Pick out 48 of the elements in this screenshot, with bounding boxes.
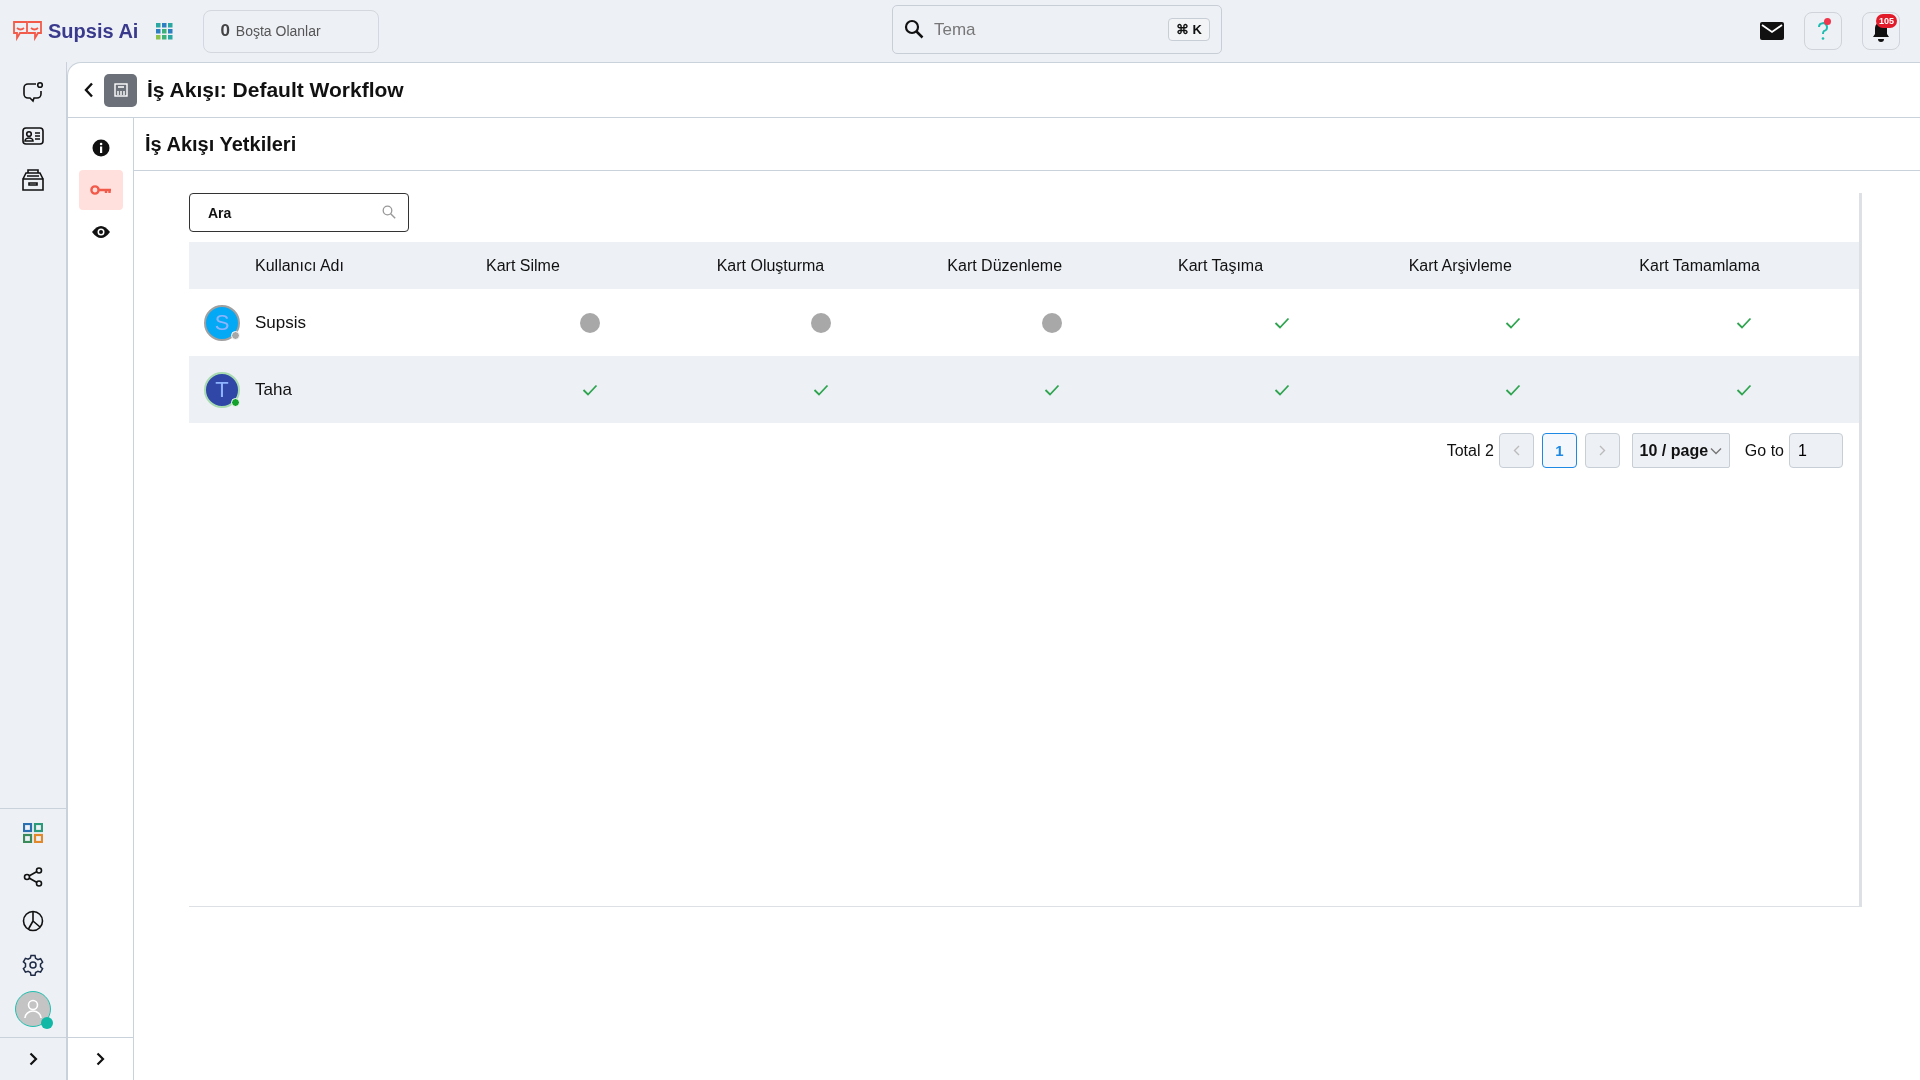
person-silhouette-icon xyxy=(24,999,42,1019)
user-avatar: T xyxy=(204,371,240,408)
info-icon xyxy=(91,139,110,157)
user-name: Supsis xyxy=(255,312,307,333)
shortcut-hint: ⌘ K xyxy=(1168,18,1210,41)
idle-agents-counter[interactable]: 0 Boşta Olanlar xyxy=(203,9,380,53)
caret-icon xyxy=(1710,446,1723,455)
speech-bubbles-logo-icon xyxy=(12,19,44,43)
total-count: Total 2 xyxy=(1446,441,1494,460)
filter-field[interactable]: Ara xyxy=(189,193,409,232)
contact-card-icon[interactable] xyxy=(22,127,44,145)
page-number-field[interactable]: 1 xyxy=(1789,433,1843,468)
file-drawer-icon[interactable] xyxy=(21,169,45,191)
column-header: Kart Silme xyxy=(486,256,560,275)
chevron-right-icon xyxy=(1598,445,1606,456)
dashboard-grid-icon[interactable] xyxy=(23,823,43,843)
go-to-label: Go to xyxy=(1744,441,1784,460)
apps-grid-icon[interactable] xyxy=(156,22,174,40)
column-header: Kart Düzenleme xyxy=(947,256,1063,275)
search-icon xyxy=(382,205,396,219)
back-chevron-icon[interactable] xyxy=(84,82,94,98)
pie-chart-icon[interactable] xyxy=(22,910,44,932)
chevron-right-icon[interactable] xyxy=(28,1052,38,1066)
column-header: Kart Arşivleme xyxy=(1408,256,1512,275)
chevron-right-icon[interactable] xyxy=(96,1052,105,1066)
chevron-left-icon xyxy=(1512,445,1520,456)
search-icon xyxy=(904,19,924,39)
question-mark-icon xyxy=(1817,21,1829,41)
help-button[interactable] xyxy=(1804,12,1842,50)
mail-icon[interactable] xyxy=(1760,22,1784,40)
user-avatar: S xyxy=(204,304,240,341)
page-title: İş Akışı: Default Workflow xyxy=(147,78,404,102)
board-icon xyxy=(113,83,128,97)
eye-icon xyxy=(90,225,111,239)
chat-bubble-icon[interactable] xyxy=(22,81,44,103)
column-header: Kart Oluşturma xyxy=(716,256,825,275)
settings-icon[interactable] xyxy=(22,954,44,976)
column-header: Kullanıcı Adı xyxy=(255,256,344,275)
notifications-button[interactable]: 105 xyxy=(1862,12,1900,50)
column-header: Kart Taşıma xyxy=(1178,256,1264,275)
section-title: İş Akışı Yetkileri xyxy=(145,132,297,156)
page-size-select[interactable]: 10 / page xyxy=(1631,433,1730,468)
column-header: Kart Tamamlama xyxy=(1639,256,1760,275)
share-icon[interactable] xyxy=(23,867,43,887)
user-name: Taha xyxy=(255,379,292,400)
brand-name: Supsis Ai xyxy=(48,19,139,43)
notification-count: 105 xyxy=(1875,14,1897,28)
key-icon xyxy=(89,184,112,196)
